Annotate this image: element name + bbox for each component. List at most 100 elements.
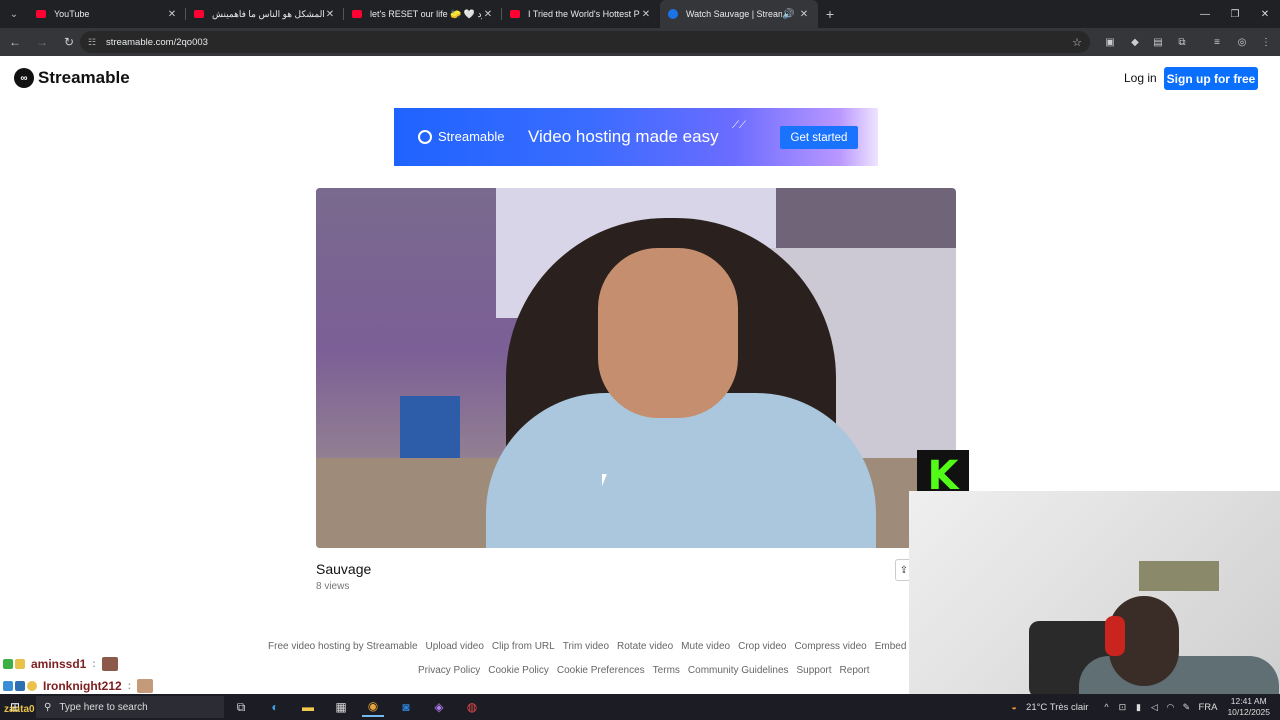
close-window-icon[interactable]: ✕ xyxy=(1250,0,1280,28)
back-icon[interactable]: ← xyxy=(3,30,27,54)
footer-link[interactable]: Support xyxy=(797,665,832,676)
badge-icon xyxy=(3,659,13,669)
get-started-button[interactable]: Get started xyxy=(780,126,858,149)
site-info-icon[interactable]: ☷ xyxy=(88,37,98,48)
streamable-icon xyxy=(668,9,678,19)
badge-icon xyxy=(3,681,13,691)
profile-icon[interactable]: ◎ xyxy=(1232,32,1252,52)
weather-icon: ◒ xyxy=(1011,702,1017,712)
video-title: Sauvage xyxy=(316,561,372,577)
footer-link[interactable]: Upload video xyxy=(426,641,484,652)
badge-icon xyxy=(15,659,25,669)
tab-title: Watch Sauvage | Streamable xyxy=(686,9,782,19)
streamable-logo[interactable]: ∞ Streamable xyxy=(14,68,130,88)
minimize-icon[interactable]: — xyxy=(1190,0,1220,28)
youtube-icon xyxy=(352,10,362,18)
file-explorer-icon[interactable]: ▬ xyxy=(297,697,319,717)
youtube-icon xyxy=(510,10,520,18)
signup-button[interactable]: Sign up for free xyxy=(1164,67,1258,90)
tab-arabic-video[interactable]: المشكل هو الناس ما فاهمينش .. ✕ xyxy=(186,0,344,28)
close-tab-icon[interactable]: ✕ xyxy=(324,9,336,20)
browser-toolbar: ← → ↻ ☷ streamable.com/2qo003 ☆ ▣ ◆ ▤ ⧉ … xyxy=(0,28,1280,56)
reload-icon[interactable]: ↻ xyxy=(57,30,81,54)
footer-link[interactable]: Terms xyxy=(653,665,680,676)
close-tab-icon[interactable]: ✕ xyxy=(640,9,652,20)
task-view-icon[interactable]: ⧉ xyxy=(230,697,252,717)
menu-kebab-icon[interactable]: ⋮ xyxy=(1256,32,1276,52)
bookmark-star-icon[interactable]: ☆ xyxy=(1072,36,1082,49)
close-tab-icon[interactable]: ✕ xyxy=(482,9,494,20)
language-indicator[interactable]: FRA xyxy=(1198,702,1217,713)
chat-username: Ironknight212 xyxy=(43,679,122,693)
footer-link[interactable]: Clip from URL xyxy=(492,641,555,652)
app-icon[interactable]: ◈ xyxy=(428,697,450,717)
wifi-icon[interactable]: ◠ xyxy=(1162,702,1178,713)
restore-icon[interactable]: ❐ xyxy=(1220,0,1250,28)
tab-title: YouTube xyxy=(54,9,90,19)
footer-link[interactable]: Compress video xyxy=(794,641,866,652)
footer-link[interactable]: Crop video xyxy=(738,641,786,652)
tab-strip: ⌄ YouTube ✕ المشكل هو الناس ما فاهمينش .… xyxy=(0,0,1280,28)
badge-icon xyxy=(15,681,25,691)
promo-banner[interactable]: Streamable Video hosting made easy ⟋⟋ Ge… xyxy=(394,108,878,166)
obs-icon[interactable]: ◍ xyxy=(461,697,483,717)
banner-logo: Streamable xyxy=(418,129,504,144)
footer-link[interactable]: Trim video xyxy=(563,641,609,652)
sparkle-icon: ⟋⟋ xyxy=(732,120,746,131)
chat-badges xyxy=(3,681,37,691)
address-text: streamable.com/2qo003 xyxy=(106,36,208,48)
footer-link[interactable]: Free video hosting by Streamable xyxy=(268,641,418,652)
footer-links-legal: Privacy Policy Cookie Policy Cookie Pref… xyxy=(418,665,870,676)
footer-link[interactable]: Mute video xyxy=(681,641,730,652)
footer-link[interactable]: Rotate video xyxy=(617,641,673,652)
banner-headline: Video hosting made easy xyxy=(528,127,719,146)
chevron-up-icon[interactable]: ^ xyxy=(1098,702,1114,712)
tab-reset-life[interactable]: let's RESET our life 🧽 🤍 البرد ✕ xyxy=(344,0,502,28)
clock[interactable]: 12:41 AM 10/12/2025 xyxy=(1227,696,1270,718)
tab-youtube[interactable]: YouTube ✕ xyxy=(28,0,186,28)
window-controls: — ❐ ✕ xyxy=(1190,0,1280,28)
network-icon[interactable]: ⊡ xyxy=(1114,702,1130,713)
taskbar-search[interactable]: ⚲ Type here to search xyxy=(36,696,224,718)
close-tab-icon[interactable]: ✕ xyxy=(798,9,810,20)
mouse-cursor-icon xyxy=(602,474,612,486)
puzzle-icon[interactable]: ⧉ xyxy=(1172,32,1192,52)
speaker-icon[interactable]: 🔊 xyxy=(782,9,794,20)
reading-list-icon[interactable]: ≡ xyxy=(1207,32,1227,52)
translate-extension-icon[interactable]: ▣ xyxy=(1100,32,1120,52)
emote-icon xyxy=(137,679,154,693)
edge-icon[interactable]: ◐ xyxy=(264,697,286,717)
emote-icon xyxy=(101,657,118,671)
screenshot-extension-icon[interactable]: ▤ xyxy=(1148,32,1168,52)
chrome-icon[interactable]: ◉ xyxy=(362,697,384,717)
outlook-icon[interactable]: ◙ xyxy=(395,697,417,717)
tab-hottest-pepper[interactable]: I Tried the World's Hottest Pepp ✕ xyxy=(502,0,660,28)
mic-icon[interactable]: ▮ xyxy=(1130,702,1146,713)
tab-title: المشكل هو الناس ما فاهمينش .. xyxy=(212,8,324,19)
extension-icon[interactable]: ◆ xyxy=(1125,32,1145,52)
new-tab-button[interactable]: + xyxy=(818,6,842,22)
chat-message: aminssd1 : xyxy=(3,657,118,671)
weather-text[interactable]: 21°C Très clair xyxy=(1026,702,1088,713)
login-link[interactable]: Log in xyxy=(1124,71,1157,85)
footer-link[interactable]: Cookie Policy xyxy=(488,665,549,676)
footer-link[interactable]: Cookie Preferences xyxy=(557,665,645,676)
address-bar[interactable]: ☷ streamable.com/2qo003 ☆ xyxy=(80,31,1090,53)
footer-link[interactable]: Report xyxy=(840,665,870,676)
close-tab-icon[interactable]: ✕ xyxy=(166,9,178,20)
view-count: 8 views xyxy=(316,581,350,592)
person-face xyxy=(598,248,738,418)
footer-link[interactable]: Privacy Policy xyxy=(418,665,480,676)
footer-links-primary: Free video hosting by Streamable Upload … xyxy=(268,641,933,652)
tab-streamable[interactable]: Watch Sauvage | Streamable 🔊 ✕ xyxy=(660,0,818,28)
badge-icon xyxy=(27,681,37,691)
chat-message: Ironknight212 : xyxy=(3,679,154,693)
volume-icon[interactable]: ◁ xyxy=(1146,702,1162,713)
pen-icon[interactable]: ✎ xyxy=(1178,702,1194,713)
chat-badges xyxy=(3,659,25,669)
store-icon[interactable]: ▦ xyxy=(330,697,352,717)
forward-icon[interactable]: → xyxy=(30,30,54,54)
tab-search-icon[interactable]: ⌄ xyxy=(0,0,28,28)
video-player[interactable] xyxy=(316,188,956,548)
footer-link[interactable]: Community Guidelines xyxy=(688,665,789,676)
